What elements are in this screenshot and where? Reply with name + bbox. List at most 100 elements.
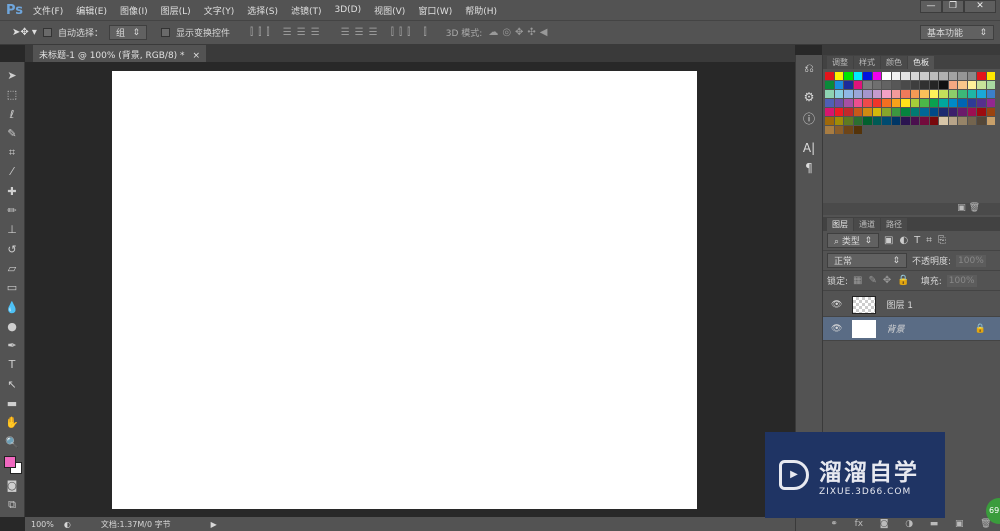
tab-adjustments[interactable]: 调整 <box>827 56 853 69</box>
color-swatch[interactable] <box>967 99 976 107</box>
color-swatch[interactable] <box>939 117 948 125</box>
color-swatch[interactable] <box>901 81 910 89</box>
color-swatch[interactable] <box>872 90 881 98</box>
color-swatch[interactable] <box>853 72 862 80</box>
color-swatch[interactable] <box>948 72 957 80</box>
menu-view[interactable]: 视图(V) <box>374 4 405 17</box>
color-swatch[interactable] <box>853 117 862 125</box>
color-swatch[interactable] <box>901 99 910 107</box>
color-swatch[interactable] <box>891 72 900 80</box>
tab-paths[interactable]: 路径 <box>881 218 907 231</box>
color-swatch[interactable] <box>910 108 919 116</box>
hand-tool-icon[interactable]: ✋ <box>5 413 19 432</box>
color-swatch[interactable] <box>844 90 853 98</box>
color-swatch[interactable] <box>948 99 957 107</box>
color-swatch[interactable] <box>834 90 843 98</box>
color-swatch[interactable] <box>958 117 967 125</box>
color-swatch[interactable] <box>920 108 929 116</box>
new-layer-icon[interactable]: ▣ <box>955 519 964 529</box>
crop-tool-icon[interactable]: ⌗ <box>9 143 15 162</box>
color-swatch[interactable] <box>901 117 910 125</box>
auto-select-checkbox[interactable] <box>42 28 52 37</box>
quick-mask-icon[interactable]: ◙ <box>7 476 18 495</box>
adjustment-layer-icon[interactable]: ◑ <box>905 519 913 529</box>
color-swatch[interactable] <box>986 72 995 80</box>
tab-styles[interactable]: 样式 <box>854 56 880 69</box>
color-swatch[interactable] <box>929 72 938 80</box>
menu-layer[interactable]: 图层(L) <box>161 4 191 17</box>
color-swatch[interactable] <box>863 90 872 98</box>
screen-mode-icon[interactable]: ⧉ <box>8 495 16 514</box>
menu-window[interactable]: 窗口(W) <box>418 4 452 17</box>
color-swatch[interactable] <box>939 90 948 98</box>
tab-layers[interactable]: 图层 <box>827 218 853 231</box>
color-swatch[interactable] <box>863 108 872 116</box>
menu-type[interactable]: 文字(Y) <box>204 4 235 17</box>
layer-row-selected[interactable]: 👁 背景 🔒 <box>823 317 1000 341</box>
color-swatch[interactable] <box>863 117 872 125</box>
tab-color[interactable]: 颜色 <box>881 56 907 69</box>
menu-filter[interactable]: 滤镜(T) <box>291 4 322 17</box>
document-tab[interactable]: 未标题-1 @ 100% (背景, RGB/8) * × <box>33 45 206 62</box>
move-tool-icon[interactable]: ➤ <box>7 66 16 85</box>
color-swatch[interactable] <box>958 72 967 80</box>
color-swatch[interactable] <box>882 108 891 116</box>
color-swatch[interactable] <box>929 90 938 98</box>
color-swatch[interactable] <box>986 108 995 116</box>
distribute-icons[interactable]: ☰☰☰ ⫿⫿⫿ ⫿ <box>341 27 432 38</box>
restore-button[interactable]: ❐ <box>942 0 964 13</box>
color-swatch[interactable] <box>872 81 881 89</box>
color-swatch[interactable] <box>844 117 853 125</box>
shape-tool-icon[interactable]: ▬ <box>7 394 17 413</box>
color-swatch[interactable] <box>872 72 881 80</box>
color-swatch[interactable] <box>834 117 843 125</box>
color-swatch[interactable] <box>929 99 938 107</box>
workspace-dropdown[interactable]: 基本功能 ⇕ <box>920 25 994 40</box>
color-swatch[interactable] <box>986 90 995 98</box>
color-swatch[interactable] <box>834 81 843 89</box>
zoom-tool-icon[interactable]: 🔍 <box>5 433 19 452</box>
color-swatch[interactable] <box>948 108 957 116</box>
dodge-tool-icon[interactable]: ● <box>7 317 17 336</box>
color-swatch[interactable] <box>920 99 929 107</box>
pen-tool-icon[interactable]: ✒ <box>7 336 16 355</box>
color-swatch[interactable] <box>967 72 976 80</box>
info-icon[interactable]: ⓘ <box>803 110 815 127</box>
color-swatch[interactable] <box>967 117 976 125</box>
color-swatch[interactable] <box>939 72 948 80</box>
color-swatch[interactable] <box>891 117 900 125</box>
adjust-icon[interactable]: ⚙ <box>804 90 815 104</box>
menu-help[interactable]: 帮助(H) <box>465 4 497 17</box>
color-swatch[interactable] <box>825 81 834 89</box>
color-swatch[interactable] <box>882 81 891 89</box>
color-swatch[interactable] <box>977 117 986 125</box>
color-swatch[interactable] <box>825 90 834 98</box>
align-icons[interactable]: ⫿⫿⫿ ☰☰☰ <box>250 27 325 38</box>
move-tool-icon[interactable]: ➤✥ ▾ <box>12 27 37 38</box>
color-swatch[interactable] <box>929 81 938 89</box>
color-swatch[interactable] <box>891 81 900 89</box>
color-swatch[interactable] <box>967 81 976 89</box>
new-swatch-icon[interactable]: ▣ 🗑 <box>823 203 1000 215</box>
color-swatch[interactable] <box>834 99 843 107</box>
color-swatch[interactable] <box>948 90 957 98</box>
link-icon[interactable]: ⚭ <box>830 519 838 529</box>
color-swatch[interactable] <box>910 99 919 107</box>
color-swatch[interactable] <box>834 126 843 134</box>
color-swatch[interactable] <box>958 108 967 116</box>
zoom-level[interactable]: 100% <box>31 520 54 529</box>
color-swatch[interactable] <box>825 99 834 107</box>
color-swatch[interactable] <box>910 117 919 125</box>
color-swatch[interactable] <box>967 90 976 98</box>
blend-mode-dropdown[interactable]: 正常 ⇕ <box>827 253 907 268</box>
menu-3d[interactable]: 3D(D) <box>335 5 362 15</box>
color-swatch[interactable] <box>834 108 843 116</box>
history-icon[interactable]: ⎌ <box>804 61 814 76</box>
color-swatch[interactable] <box>929 117 938 125</box>
color-swatch[interactable] <box>977 90 986 98</box>
color-swatch[interactable] <box>910 72 919 80</box>
color-swatch[interactable] <box>834 72 843 80</box>
color-swatch[interactable] <box>977 99 986 107</box>
color-swatch[interactable] <box>939 99 948 107</box>
color-swatch[interactable] <box>844 108 853 116</box>
